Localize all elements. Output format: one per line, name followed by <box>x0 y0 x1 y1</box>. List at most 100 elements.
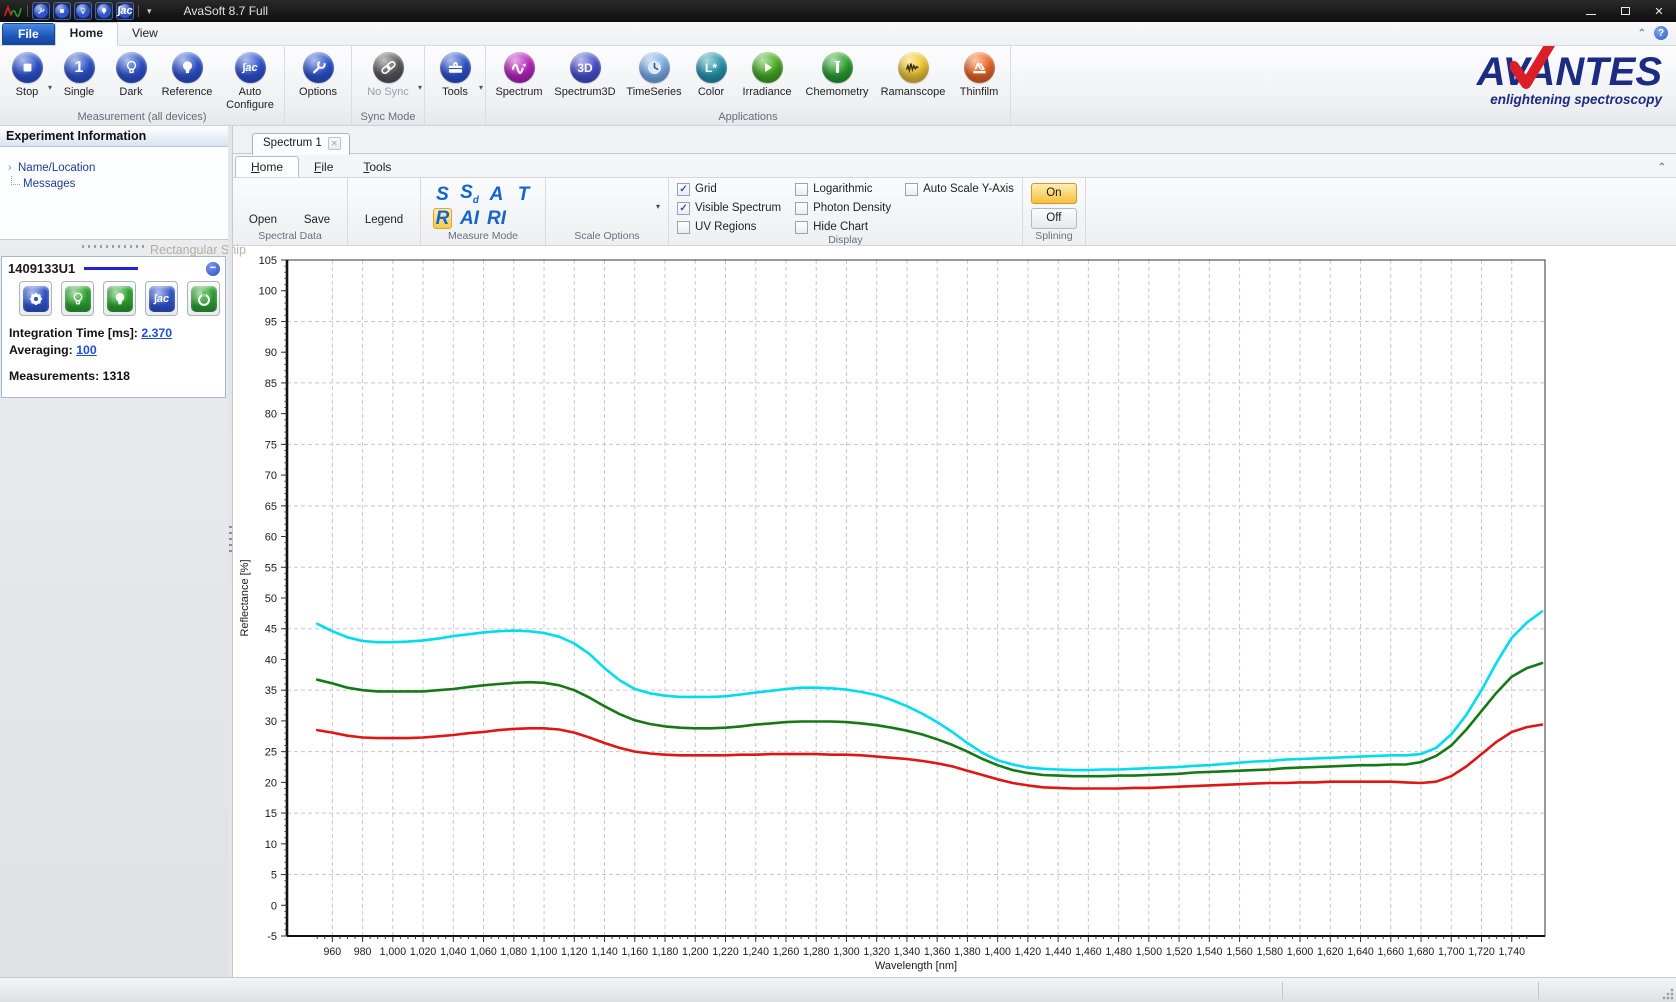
zoom-region-button[interactable] <box>624 193 650 219</box>
qat-wrench-button[interactable] <box>32 2 50 20</box>
device-jac-button[interactable]: ∫ac <box>145 281 178 316</box>
stop-icon <box>55 4 69 18</box>
qat-bulb-button[interactable] <box>95 2 113 20</box>
ribbon-group-applications: Spectrum3DSpectrum3DTimeSeriesL*ColorIrr… <box>486 46 1011 125</box>
minimize-icon <box>1586 14 1596 15</box>
device-power-button[interactable] <box>187 281 220 316</box>
tab-view[interactable]: View <box>118 23 172 45</box>
inner-tab-home[interactable]: Home <box>235 156 299 179</box>
svg-text:1,080: 1,080 <box>501 946 528 958</box>
ribbon-button-chemometry[interactable]: Chemometry <box>799 49 875 99</box>
qat-bulb-dark-button[interactable] <box>74 2 92 20</box>
qat-jac-button[interactable]: ∫ac <box>116 2 134 20</box>
resize-grip[interactable] <box>1662 988 1674 1000</box>
ribbon-button-tools[interactable]: Tools▾ <box>428 49 482 99</box>
svg-text:75: 75 <box>265 439 277 451</box>
collapse-panel-button[interactable]: − <box>206 262 220 276</box>
statusbar-separator <box>1538 982 1539 999</box>
measure-mode-s[interactable]: S <box>434 185 451 204</box>
ribbon-button-spectrum[interactable]: Spectrum <box>489 49 549 99</box>
document-toolbar: Open Save Spectral Data Legend SSdATRAIR… <box>233 177 1676 246</box>
help-icon[interactable]: ? <box>1654 26 1668 40</box>
tab-home[interactable]: Home <box>55 22 118 46</box>
zoom-vertical-button[interactable] <box>554 193 580 219</box>
play-icon <box>752 52 783 83</box>
device-panel: 1409133U1 − ∫ac Integration Time [ms]: 2… <box>1 256 226 398</box>
ribbon-button-irradiance[interactable]: Irradiance <box>735 49 799 99</box>
ribbon-button-single[interactable]: 1Single <box>51 49 107 99</box>
minimize-button[interactable] <box>1574 0 1608 22</box>
panel-splitter-grip[interactable] <box>82 244 146 249</box>
brand-tagline: enlightening spectroscopy <box>1477 92 1662 107</box>
bulb-dark-icon <box>65 286 91 312</box>
ribbon-collapse-icon[interactable]: ⌃ <box>1638 28 1646 39</box>
ribbon-button-thinfilm[interactable]: Thinfilm <box>951 49 1007 99</box>
svg-text:15: 15 <box>265 808 277 820</box>
tree-item-name-location[interactable]: › Name/Location <box>0 160 228 176</box>
ribbon-button-spectrum3d[interactable]: 3DSpectrum3D <box>549 49 621 99</box>
group-caption: Sync Mode <box>355 111 421 125</box>
app-icon[interactable] <box>3 3 23 19</box>
measure-mode-t[interactable]: T <box>516 185 532 204</box>
open-button[interactable]: Open <box>241 186 285 226</box>
checkbox-grid[interactable]: ✓Grid <box>677 182 781 196</box>
measure-mode-a[interactable]: A <box>488 185 506 204</box>
qat-stop-button[interactable] <box>53 2 71 20</box>
experiment-info-tree: › Name/Location Messages <box>0 147 228 240</box>
power-icon <box>191 286 217 312</box>
expander-icon[interactable]: › <box>8 162 18 174</box>
close-button[interactable]: ✕ <box>1642 0 1676 22</box>
ribbon-button-options[interactable]: Options <box>288 49 348 99</box>
svg-text:1,320: 1,320 <box>863 946 890 958</box>
ribbon-button-dark[interactable]: Dark <box>107 49 155 99</box>
ribbon-button-stop[interactable]: Stop▾ <box>3 49 51 99</box>
close-tab-icon[interactable]: ✕ <box>328 137 341 150</box>
integration-time-value[interactable]: 2.370 <box>141 326 172 340</box>
bulb-dark-icon <box>76 4 90 18</box>
svg-text:1,240: 1,240 <box>742 946 769 958</box>
splining-on-button[interactable]: On <box>1031 183 1077 204</box>
device-gear-button[interactable] <box>19 281 52 316</box>
checkbox-photon-density[interactable]: Photon Density <box>795 201 891 215</box>
measure-mode-r[interactable]: R <box>433 208 453 229</box>
save-button[interactable]: Save <box>295 186 339 226</box>
svg-text:80: 80 <box>265 409 277 421</box>
zoom-pan-button[interactable] <box>589 193 615 219</box>
checkbox-uv-regions[interactable]: UV Regions <box>677 220 781 234</box>
splining-off-button[interactable]: Off <box>1031 208 1077 229</box>
inner-tab-file[interactable]: File <box>299 157 348 178</box>
tree-item-messages[interactable]: Messages <box>0 176 228 192</box>
measure-mode-ri[interactable]: RI <box>485 209 508 228</box>
maximize-button[interactable] <box>1608 0 1642 22</box>
sidebar-splitter[interactable] <box>228 126 233 977</box>
checkbox-auto-scale-y-axis[interactable]: Auto Scale Y-Axis <box>905 182 1014 196</box>
inner-tab-tools[interactable]: Tools <box>348 157 406 178</box>
bulb-icon <box>172 52 203 83</box>
dropdown-arrow-icon[interactable]: ▾ <box>418 83 422 92</box>
averaging-value[interactable]: 100 <box>76 343 97 357</box>
ribbon-group-sync-mode: No Sync▾ Sync Mode <box>352 46 425 125</box>
checkbox-visible-spectrum[interactable]: ✓Visible Spectrum <box>677 201 781 215</box>
toolbar-collapse-icon[interactable]: ⌃ <box>1658 162 1666 173</box>
checkbox-hide-chart[interactable]: Hide Chart <box>795 220 891 234</box>
measure-mode-ai[interactable]: AI <box>458 209 481 228</box>
ribbon-button-no-sync[interactable]: No Sync▾ <box>355 49 421 99</box>
ribbon-button-auto-configure[interactable]: ∫acAuto Configure <box>219 49 281 111</box>
dropdown-arrow-icon[interactable]: ▾ <box>479 83 483 92</box>
spectrum-chart[interactable]: -505101520253035404550556065707580859095… <box>234 244 1674 977</box>
measure-mode-sd[interactable]: Sd <box>458 183 481 206</box>
ribbon-button-reference[interactable]: Reference <box>155 49 219 99</box>
tab-file[interactable]: File <box>2 23 55 45</box>
ribbon-button-color[interactable]: L*Color <box>687 49 735 99</box>
ribbon-button-ramanscope[interactable]: Ramanscope <box>875 49 951 99</box>
qat-dropdown-icon[interactable]: ▾ <box>147 6 152 17</box>
tab-spectrum-1[interactable]: Spectrum 1 ✕ <box>252 133 350 155</box>
zoom-dropdown-icon[interactable]: ▾ <box>656 202 660 211</box>
checkbox-logarithmic[interactable]: Logarithmic <box>795 182 891 196</box>
svg-text:1,140: 1,140 <box>591 946 618 958</box>
legend-button[interactable]: Legend <box>356 186 412 226</box>
device-bulb-dark-button[interactable] <box>61 281 94 316</box>
ribbon-button-timeseries[interactable]: TimeSeries <box>621 49 687 99</box>
device-bulb-button[interactable] <box>103 281 136 316</box>
brand-text: AVANTES <box>1477 50 1662 94</box>
